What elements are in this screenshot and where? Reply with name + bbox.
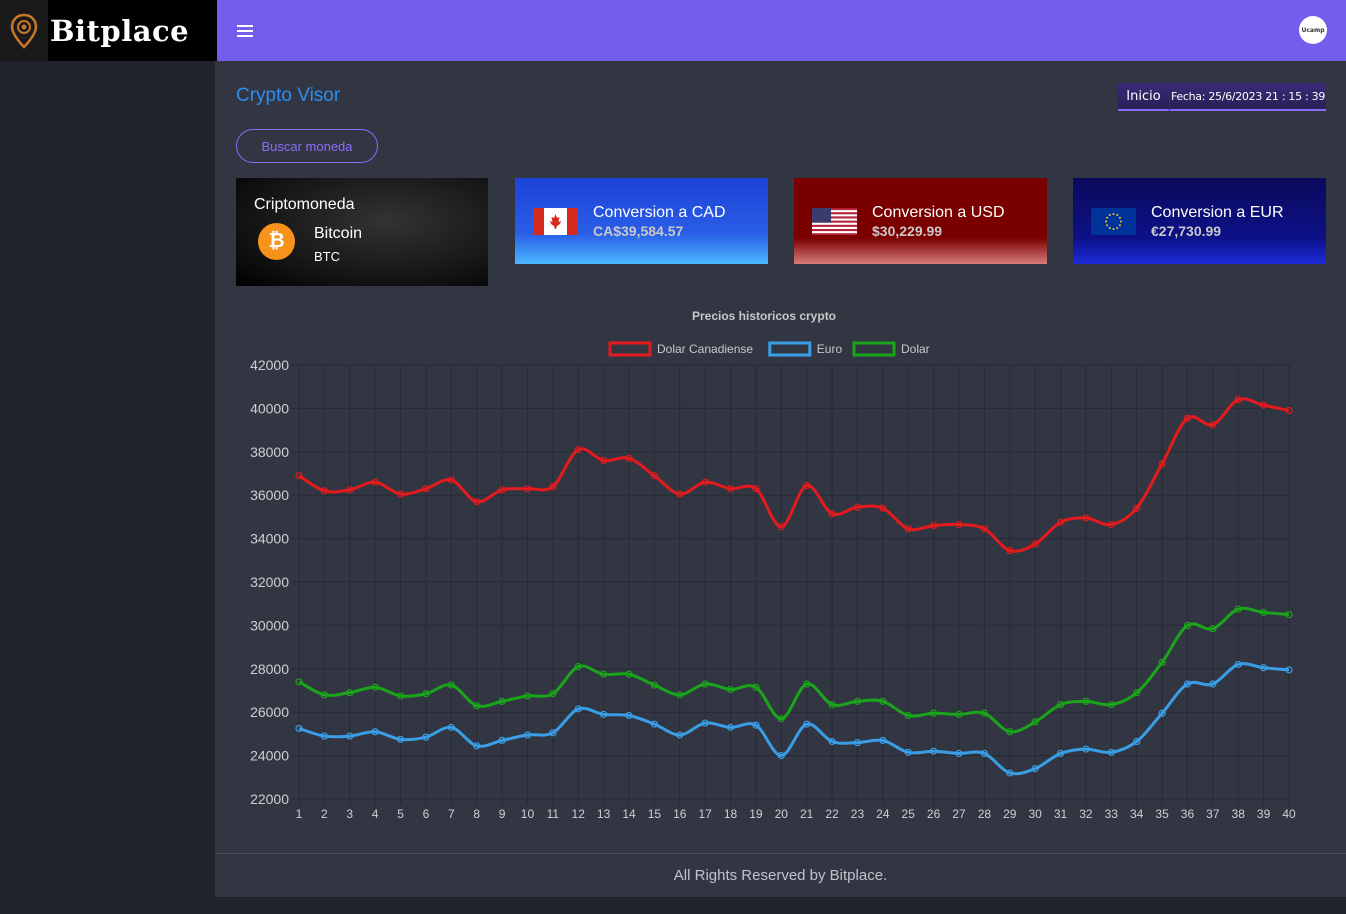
crypto-card-heading: Criptomoneda	[254, 196, 355, 213]
brand-name: Bitplace	[50, 13, 190, 48]
x-tick-label: 5	[397, 807, 404, 821]
series-line-1	[298, 662, 1290, 776]
coin-symbol: BTC	[314, 249, 340, 264]
x-tick-label: 9	[499, 807, 506, 821]
brand[interactable]: Bitplace	[0, 0, 217, 61]
x-tick-label: 10	[521, 807, 535, 821]
conversion-card-usd: Conversion a USD $30,229.99	[794, 178, 1047, 264]
x-tick-label: 36	[1181, 807, 1195, 821]
x-tick-label: 3	[346, 807, 353, 821]
x-tick-label: 34	[1130, 807, 1144, 821]
avatar-text: Ucamp	[1301, 26, 1325, 34]
top-navbar: Bitplace Ucamp	[0, 0, 1346, 61]
series-line-2	[298, 606, 1290, 734]
x-tick-label: 24	[876, 807, 890, 821]
legend-label-1: Euro	[817, 342, 843, 356]
x-tick-label: 29	[1003, 807, 1017, 821]
x-tick-label: 8	[473, 807, 480, 821]
conversion-value-eur: €27,730.99	[1151, 223, 1222, 239]
x-tick-label: 2	[321, 807, 328, 821]
x-tick-label: 28	[978, 807, 992, 821]
x-tick-label: 37	[1206, 807, 1220, 821]
sidebar	[0, 61, 215, 914]
eu-flag-icon	[1091, 208, 1136, 235]
price-history-chart-svg: Precios historicos crypto Dolar Canadiens…	[250, 309, 1296, 821]
usa-flag-icon	[812, 208, 857, 235]
x-tick-label: 7	[448, 807, 455, 821]
x-tick-label: 22	[825, 807, 839, 821]
x-tick-label: 33	[1105, 807, 1119, 821]
conversion-card-cad: Conversion a CAD CA$39,584.57	[515, 178, 768, 264]
bitplace-logo-icon	[0, 0, 48, 61]
x-tick-label: 14	[622, 807, 636, 821]
x-tick-label: 30	[1028, 807, 1042, 821]
x-tick-label: 11	[547, 807, 560, 821]
y-tick-label: 38000	[250, 444, 289, 460]
breadcrumb-home[interactable]: Inicio	[1118, 83, 1169, 111]
y-tick-label: 24000	[250, 748, 289, 764]
legend-label-2: Dolar	[901, 342, 930, 356]
x-tick-label: 27	[952, 807, 966, 821]
main-content: Crypto Visor Inicio Fecha: 25/6/2023 21 …	[215, 61, 1346, 853]
crypto-card: Criptomoneda ₿ Bitcoin BTC	[236, 178, 488, 286]
x-tick-label: 23	[851, 807, 865, 821]
x-tick-label: 39	[1257, 807, 1271, 821]
legend-swatch-1	[768, 341, 812, 357]
x-tick-label: 26	[927, 807, 941, 821]
y-tick-label: 40000	[250, 400, 289, 416]
canada-flag-icon	[533, 208, 578, 235]
y-tick-label: 34000	[250, 531, 289, 547]
y-tick-label: 36000	[250, 487, 289, 503]
x-tick-label: 31	[1054, 807, 1068, 821]
x-tick-label: 18	[724, 807, 738, 821]
x-tick-label: 13	[597, 807, 611, 821]
conversion-card-eur: Conversion a EUR €27,730.99	[1073, 178, 1326, 264]
page-title: Crypto Visor	[236, 85, 341, 106]
x-tick-label: 19	[749, 807, 763, 821]
conversion-title-eur: Conversion a EUR	[1151, 204, 1284, 221]
x-tick-label: 16	[673, 807, 687, 821]
series-line-0	[298, 397, 1290, 553]
x-tick-label: 35	[1155, 807, 1169, 821]
conversion-title-usd: Conversion a USD	[872, 204, 1005, 221]
x-tick-label: 15	[648, 807, 662, 821]
footer-text: All Rights Reserved by Bitplace.	[673, 867, 888, 884]
x-tick-label: 20	[775, 807, 789, 821]
price-history-chart: Precios historicos crypto Dolar Canadiens…	[236, 301, 1326, 831]
bitcoin-icon: ₿	[258, 223, 295, 260]
footer: All Rights Reserved by Bitplace.	[215, 853, 1346, 897]
avatar[interactable]: Ucamp	[1299, 16, 1327, 44]
date-badge: Fecha: 25/6/2023 21 : 15 : 39	[1170, 83, 1326, 111]
x-tick-label: 4	[372, 807, 379, 821]
x-tick-label: 40	[1282, 807, 1296, 821]
legend-swatch-2	[852, 341, 896, 357]
x-tick-label: 25	[902, 807, 916, 821]
x-tick-label: 1	[296, 807, 303, 821]
search-coin-button[interactable]: Buscar moneda	[236, 129, 378, 163]
y-tick-label: 22000	[250, 791, 289, 807]
y-tick-label: 26000	[250, 704, 289, 720]
y-tick-label: 28000	[250, 661, 289, 677]
coin-name: Bitcoin	[314, 225, 363, 242]
legend-swatch-0	[608, 341, 652, 357]
x-tick-label: 6	[423, 807, 430, 821]
conversion-title-cad: Conversion a CAD	[593, 204, 726, 221]
conversion-value-usd: $30,229.99	[872, 223, 943, 239]
y-tick-label: 30000	[250, 617, 289, 633]
legend-label-0: Dolar Canadiense	[657, 342, 753, 356]
x-tick-label: 38	[1232, 807, 1246, 821]
y-tick-label: 32000	[250, 574, 289, 590]
y-tick-label: 42000	[250, 357, 289, 373]
x-tick-label: 32	[1079, 807, 1093, 821]
chart-title: Precios historicos crypto	[692, 309, 836, 323]
menu-toggle-icon[interactable]	[237, 25, 253, 37]
x-tick-label: 17	[698, 807, 712, 821]
conversion-value-cad: CA$39,584.57	[593, 223, 684, 239]
x-tick-label: 21	[800, 807, 814, 821]
x-tick-label: 12	[572, 807, 586, 821]
